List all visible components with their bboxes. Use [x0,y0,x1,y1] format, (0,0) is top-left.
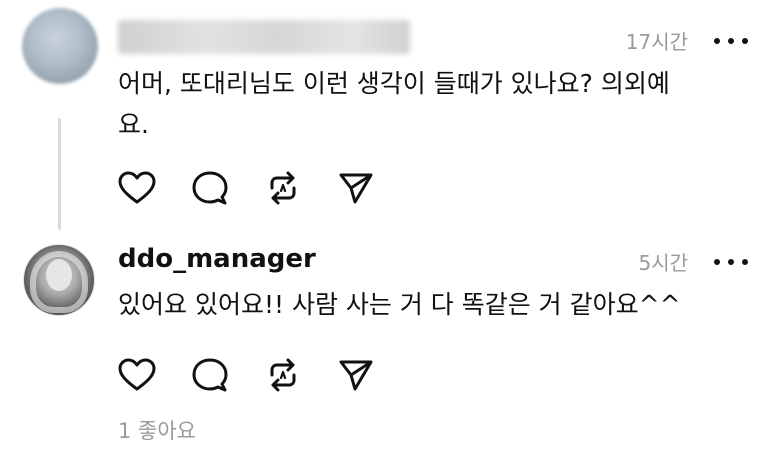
repost-icon[interactable] [263,168,303,208]
send-icon[interactable] [336,355,376,395]
username-blurred[interactable] [118,20,410,54]
action-bar [117,168,409,208]
username[interactable]: ddo_manager [118,244,316,274]
comment-time: 17시간 [625,30,688,54]
avatar-blurred[interactable] [22,8,98,84]
comment-text: 있어요 있어요!! 사람 사는 거 다 똑같은 거 같아요^^ [118,290,681,319]
avatar-face [46,259,72,291]
more-options-icon[interactable] [714,36,748,46]
likes-count[interactable]: 1 좋아요 [118,418,196,444]
comment-text-line: 어머, 또대리님도 이런 생각이 들때가 있나요? 의외예 [118,69,670,98]
more-options-icon[interactable] [714,257,748,267]
action-bar [117,355,409,395]
comment-text-line: 요. [118,110,149,139]
comment-time: 5시간 [638,251,688,275]
comment-text: 어머, 또대리님도 이런 생각이 들때가 있나요? 의외예 요. [118,63,738,145]
send-icon[interactable] [336,168,376,208]
repost-icon[interactable] [263,355,303,395]
avatar[interactable] [23,244,95,316]
heart-icon[interactable] [117,355,157,395]
comment-bubble-icon[interactable] [190,355,230,395]
heart-icon[interactable] [117,168,157,208]
comment-bubble-icon[interactable] [190,168,230,208]
thread-line [58,118,61,230]
